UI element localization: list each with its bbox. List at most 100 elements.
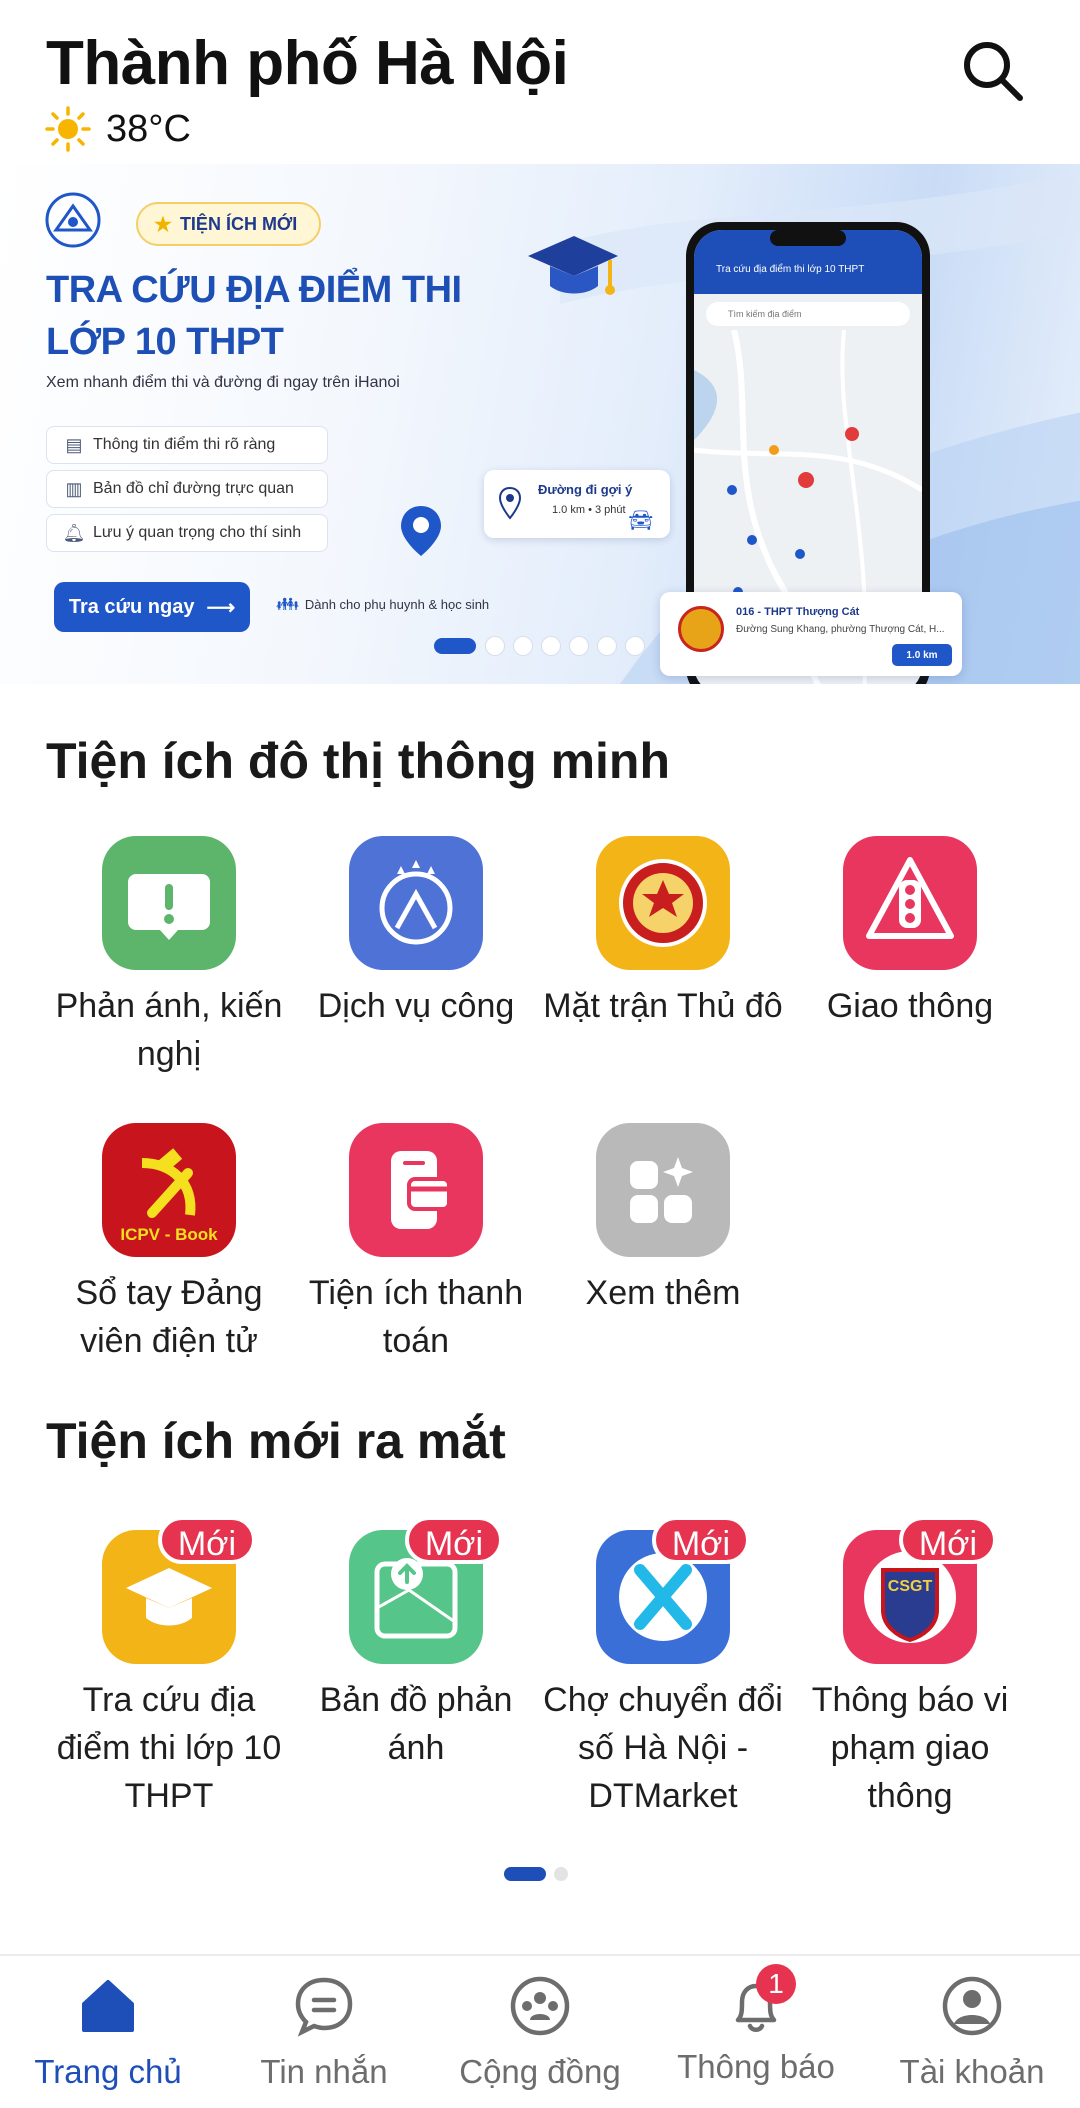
feedback-icon — [102, 836, 236, 970]
home-icon — [82, 1980, 134, 2032]
suggested-route-card: Đường đi gợi ý 1.0 km • 3 phút 🚘︎ — [484, 470, 670, 538]
nav-label: Trang chủ — [34, 2053, 182, 2090]
phone-app-title: Tra cứu địa điểm thi lớp 10 THPT — [716, 264, 865, 275]
tile-traffic-violation[interactable]: CSGT Mới Thông báo vi phạm giao thông — [787, 1516, 1033, 1820]
tile-party-handbook[interactable]: ICPV - Book Sổ tay Đảng viên điện tử — [46, 1123, 292, 1365]
family-icon: 👪︎ — [276, 594, 299, 614]
traffic-police-icon-text: CSGT — [887, 1578, 933, 1595]
banner-feature-label: Bản đồ chỉ đường trực quan — [93, 480, 294, 497]
bell-outline-icon: 🔔︎ — [62, 522, 86, 543]
nav-messages[interactable]: Tin nhắn — [216, 1974, 432, 2104]
traffic-light-icon — [843, 836, 977, 970]
banner-pagination[interactable] — [434, 637, 644, 655]
arrow-right-icon: ⟶ — [206, 596, 236, 619]
party-book-icon: ICPV - Book — [102, 1123, 236, 1257]
tile-label: Mặt trận Thủ đô — [543, 987, 783, 1025]
nav-account[interactable]: Tài khoản — [864, 1974, 1080, 2104]
tile-label: Tra cứu địa điểm thi lớp 10 THPT — [56, 1681, 282, 1815]
new-badge: Mới — [898, 1516, 997, 1564]
phone-search-field: Tìm kiếm địa điểm — [706, 302, 910, 326]
front-emblem-icon — [596, 836, 730, 970]
tile-dtmarket[interactable]: Mới Chợ chuyển đổi số Hà Nội - DTMarket — [540, 1516, 786, 1820]
tile-traffic[interactable]: Giao thông — [787, 836, 1033, 1030]
place-address: Đường Sung Khang, phường Thượng Cát, H..… — [736, 624, 945, 635]
lookup-now-button[interactable]: Tra cứu ngay ⟶ — [54, 582, 250, 632]
banner-subtitle: Xem nhanh điểm thi và đường đi ngay trên… — [46, 374, 400, 391]
tile-label: Dịch vụ công — [317, 987, 515, 1025]
phone-notch — [770, 230, 846, 246]
tile-label: Xem thêm — [585, 1274, 741, 1312]
map-feedback-icon: Mới — [349, 1516, 503, 1664]
new-utilities-pagination[interactable] — [504, 1867, 568, 1881]
tile-label: Bản đồ phản ánh — [319, 1681, 513, 1767]
banner-dot-active[interactable] — [434, 638, 476, 654]
more-apps-icon — [596, 1123, 730, 1257]
car-icon: 🚘︎ — [628, 510, 654, 532]
banner-feature-item: ▤ Thông tin điểm thi rõ ràng — [46, 426, 328, 464]
tile-capital-front[interactable]: Mặt trận Thủ đô — [540, 836, 786, 1030]
tile-feedback[interactable]: Phản ánh, kiến nghị — [46, 836, 292, 1078]
nav-home[interactable]: Trang chủ — [0, 1974, 216, 2104]
payment-icon — [349, 1123, 483, 1257]
map-book-icon: ▥ — [65, 478, 83, 499]
location-pin-icon — [401, 506, 441, 556]
search-button[interactable] — [950, 28, 1036, 114]
new-utilities-title: Tiện ích mới ra mắt — [46, 1413, 506, 1469]
banner-dot[interactable] — [598, 637, 616, 655]
hanoi-emblem-icon — [45, 192, 101, 248]
community-icon — [510, 1976, 570, 2036]
app-header: Thành phố Hà Nội 38°C — [0, 0, 1080, 164]
audience-label: Dành cho phụ huynh & học sinh — [304, 597, 490, 612]
bottom-navigation: Trang chủ Tin nhắn Cộng đồng 1 Thông báo — [0, 1954, 1080, 2108]
banner-feature-label: Thông tin điểm thi rõ ràng — [93, 436, 276, 453]
promo-banner[interactable]: ★ TIỆN ÍCH MỚI TRA CỨU ĐỊA ĐIỂM THI LỚP … — [0, 164, 1080, 684]
banner-dot[interactable] — [626, 637, 644, 655]
smart-utilities-title: Tiện ích đô thị thông minh — [46, 733, 670, 789]
tile-payment[interactable]: Tiện ích thanh toán — [293, 1123, 539, 1365]
city-title[interactable]: Thành phố Hà Nội — [46, 28, 569, 99]
new-badge: Mới — [651, 1516, 750, 1564]
account-icon — [942, 1976, 1002, 2036]
banner-feature-label: Lưu ý quan trọng cho thí sinh — [93, 524, 302, 541]
banner-title-line-1: TRA CỨU ĐỊA ĐIỂM THI — [46, 269, 462, 311]
pager-dot[interactable] — [554, 1867, 568, 1881]
tile-label: Giao thông — [826, 987, 994, 1025]
place-distance: 1.0 km — [892, 644, 952, 666]
tile-label: Sổ tay Đảng viên điện tử — [75, 1274, 263, 1360]
banner-title-line-2: LỚP 10 THPT — [46, 321, 284, 363]
nav-label: Thông báo — [677, 2048, 835, 2085]
pager-dot-active[interactable] — [504, 1867, 546, 1881]
new-badge: Mới — [404, 1516, 503, 1564]
party-book-icon-text: ICPV - Book — [120, 1225, 218, 1244]
temperature: 38°C — [106, 107, 191, 150]
nav-label: Cộng đồng — [459, 2053, 621, 2090]
banner-feature-item: 🔔︎ Lưu ý quan trọng cho thí sinh — [46, 514, 328, 552]
public-service-icon — [349, 836, 483, 970]
banner-title: TRA CỨU ĐỊA ĐIỂM THI LỚP 10 THPT — [46, 264, 462, 368]
tile-see-more[interactable]: Xem thêm — [540, 1123, 786, 1317]
search-icon — [964, 42, 1023, 101]
nav-notifications[interactable]: 1 Thông báo — [648, 1964, 864, 2104]
banner-dot[interactable] — [542, 637, 560, 655]
tile-feedback-map[interactable]: Mới Bản đồ phản ánh — [293, 1516, 539, 1772]
tile-label: Tiện ích thanh toán — [308, 1274, 524, 1360]
school-logo-icon — [678, 606, 724, 652]
graduation-cap-illustration — [528, 236, 618, 295]
nav-community[interactable]: Cộng đồng — [432, 1974, 648, 2104]
route-title: Đường đi gợi ý — [538, 482, 633, 497]
bell-icon-wrap: 1 — [724, 1964, 796, 2038]
tile-label: Chợ chuyển đổi số Hà Nội - DTMarket — [543, 1681, 783, 1815]
tile-exam-lookup[interactable]: Mới Tra cứu địa điểm thi lớp 10 THPT — [46, 1516, 292, 1820]
route-info: 1.0 km • 3 phút — [552, 504, 626, 516]
map-pin-outline-icon — [498, 486, 522, 520]
banner-dot[interactable] — [570, 637, 588, 655]
tile-public-service[interactable]: Dịch vụ công — [293, 836, 539, 1030]
tile-label: Phản ánh, kiến nghị — [55, 987, 283, 1073]
chat-icon — [295, 1977, 353, 2037]
banner-dot[interactable] — [514, 637, 532, 655]
new-badge: Mới — [157, 1516, 256, 1564]
banner-dot[interactable] — [486, 637, 504, 655]
weather-widget[interactable]: 38°C — [44, 104, 191, 154]
traffic-police-icon: CSGT Mới — [843, 1516, 997, 1664]
place-name: 016 - THPT Thượng Cát — [736, 606, 860, 618]
